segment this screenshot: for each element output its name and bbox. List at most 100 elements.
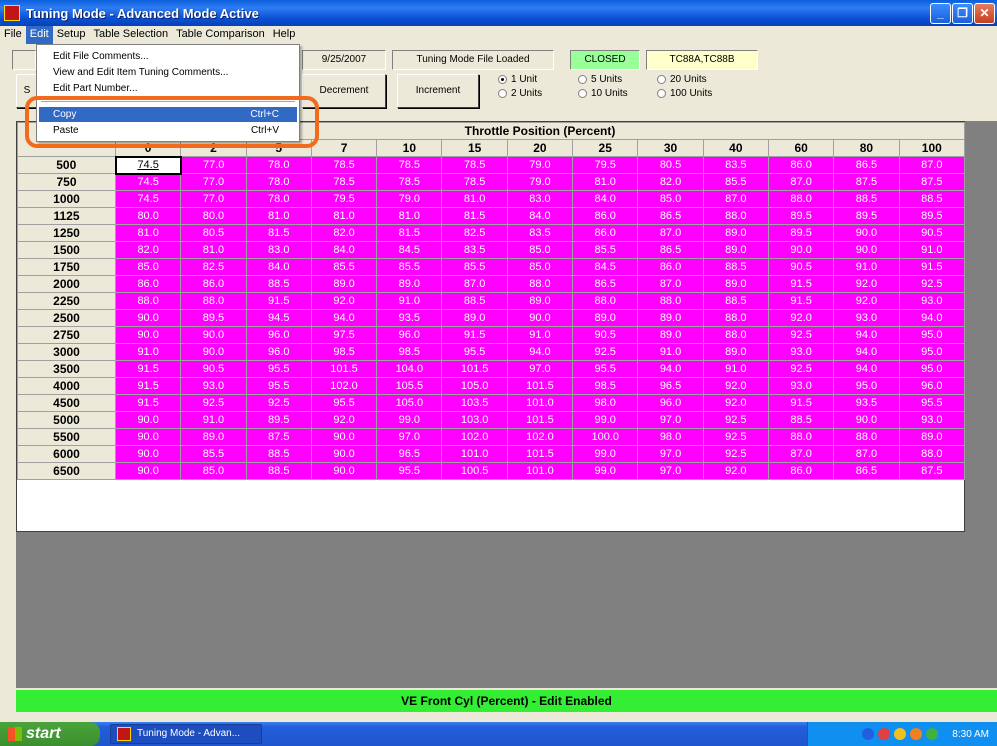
table-cell[interactable]: 96.0 [898,377,966,395]
table-cell[interactable]: 74.5 [114,155,182,175]
table-cell[interactable]: 79.5 [310,190,378,208]
table-cell[interactable]: 90.0 [114,462,182,480]
menu-item-view-edit-tuning-comments[interactable]: View and Edit Item Tuning Comments... [39,65,297,80]
table-cell[interactable]: 85.5 [572,241,639,259]
menu-table-comparison[interactable]: Table Comparison [172,26,269,44]
table-cell[interactable]: 80.0 [180,207,247,225]
close-button[interactable]: ✕ [974,3,995,24]
table-cell[interactable]: 91.0 [702,360,769,378]
start-button[interactable]: start [0,722,100,746]
unit-radio-10[interactable]: 10 Units [578,88,628,99]
table-cell[interactable]: 80.5 [180,224,247,242]
table-cell[interactable]: 102.0 [310,377,378,395]
table-cell[interactable]: 87.0 [637,224,704,242]
table-cell[interactable]: 102.0 [506,428,574,446]
table-cell[interactable]: 101.5 [310,360,378,378]
table-cell[interactable]: 90.0 [833,224,900,242]
unit-radio-2[interactable]: 2 Units [498,88,542,99]
table-cell[interactable]: 97.0 [637,462,704,480]
table-cell[interactable]: 90.0 [833,411,900,429]
table-cell[interactable]: 98.5 [572,377,639,395]
table-cell[interactable]: 103.0 [441,411,508,429]
table-cell[interactable]: 88.0 [180,292,247,310]
table-cell[interactable]: 94.0 [506,343,574,361]
table-cell[interactable]: 88.0 [702,309,769,327]
table-cell[interactable]: 92.5 [180,394,247,412]
table-cell[interactable]: 90.0 [310,428,378,446]
table-cell[interactable]: 86.5 [637,241,704,259]
table-cell[interactable]: 98.5 [376,343,443,361]
table-cell[interactable]: 101.0 [441,445,508,463]
table-cell[interactable]: 81.0 [441,190,508,208]
menu-help[interactable]: Help [269,26,300,44]
table-cell[interactable]: 94.0 [833,360,900,378]
table-cell[interactable]: 99.0 [376,411,443,429]
table-cell[interactable]: 81.0 [245,207,312,225]
table-cell[interactable]: 89.5 [833,207,900,225]
table-cell[interactable]: 90.0 [114,445,182,463]
table-cell[interactable]: 104.0 [376,360,443,378]
maximize-button[interactable]: ❐ [952,3,973,24]
table-cell[interactable]: 91.0 [833,258,900,276]
table-cell[interactable]: 101.5 [506,377,574,395]
table-cell[interactable]: 87.5 [898,462,966,480]
menu-item-edit-part-number[interactable]: Edit Part Number... [39,81,297,96]
table-cell[interactable]: 91.5 [441,326,508,344]
table-cell[interactable]: 91.0 [376,292,443,310]
table-cell[interactable]: 88.5 [833,190,900,208]
table-cell[interactable]: 90.0 [310,445,378,463]
table-cell[interactable]: 93.0 [833,309,900,327]
table-cell[interactable]: 99.0 [572,411,639,429]
table-cell[interactable]: 87.0 [833,445,900,463]
table-cell[interactable]: 86.0 [637,258,704,276]
table-cell[interactable]: 89.0 [572,309,639,327]
table-cell[interactable]: 88.0 [506,275,574,293]
table-cell[interactable]: 96.0 [637,394,704,412]
table-cell[interactable]: 101.5 [506,411,574,429]
table-cell[interactable]: 87.0 [767,445,835,463]
menu-item-edit-file-comments[interactable]: Edit File Comments... [39,49,297,64]
table-cell[interactable]: 94.0 [898,309,966,327]
table-cell[interactable]: 87.5 [833,173,900,191]
table-cell[interactable]: 80.0 [114,207,182,225]
table-cell[interactable]: 91.5 [114,394,182,412]
table-cell[interactable]: 93.0 [898,292,966,310]
table-cell[interactable]: 101.0 [506,394,574,412]
table-cell[interactable]: 87.0 [898,156,966,174]
table-cell[interactable]: 93.0 [898,411,966,429]
table-cell[interactable]: 81.5 [441,207,508,225]
table-cell[interactable]: 95.5 [898,394,966,412]
table-cell[interactable]: 78.5 [376,173,443,191]
table-cell[interactable]: 91.5 [767,275,835,293]
table-cell[interactable]: 92.0 [702,377,769,395]
table-cell[interactable]: 82.0 [114,241,182,259]
table-cell[interactable]: 87.5 [245,428,312,446]
table-cell[interactable]: 92.0 [310,292,378,310]
table-cell[interactable]: 96.5 [376,445,443,463]
table-cell[interactable]: 94.0 [833,326,900,344]
table-cell[interactable]: 90.0 [114,428,182,446]
table-cell[interactable]: 100.5 [441,462,508,480]
table-cell[interactable]: 86.0 [114,275,182,293]
table-cell[interactable]: 86.5 [572,275,639,293]
table-cell[interactable]: 93.0 [767,377,835,395]
table-cell[interactable]: 77.0 [180,156,247,174]
table-cell[interactable]: 92.5 [245,394,312,412]
table-cell[interactable]: 94.5 [245,309,312,327]
unit-radio-1[interactable]: 1 Unit [498,74,537,85]
table-cell[interactable]: 84.5 [572,258,639,276]
table-cell[interactable]: 93.5 [833,394,900,412]
table-cell[interactable]: 90.0 [833,241,900,259]
table-cell[interactable]: 88.0 [572,292,639,310]
table-cell[interactable]: 94.0 [833,343,900,361]
menu-file[interactable]: File [0,26,26,44]
table-cell[interactable]: 89.5 [245,411,312,429]
table-cell[interactable]: 89.0 [702,275,769,293]
table-cell[interactable]: 88.5 [441,292,508,310]
table-cell[interactable]: 95.5 [572,360,639,378]
table-cell[interactable]: 89.0 [506,292,574,310]
table-cell[interactable]: 87.0 [702,190,769,208]
table-cell[interactable]: 92.0 [833,275,900,293]
increment-button[interactable]: Increment [397,74,479,108]
table-cell[interactable]: 90.5 [180,360,247,378]
